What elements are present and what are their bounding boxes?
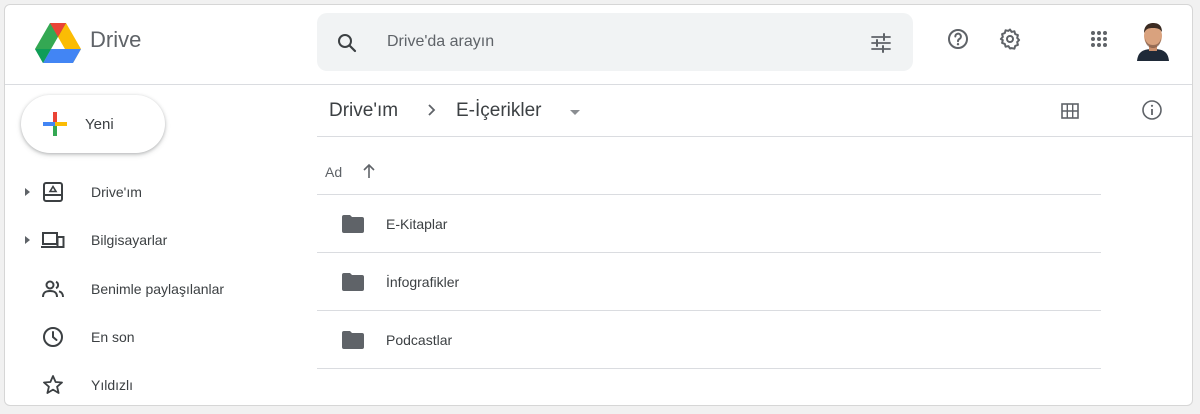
sidebar-item-computers[interactable]: Bilgisayarlar [5, 220, 305, 260]
sidebar-item-label: Benimle paylaşılanlar [91, 281, 225, 297]
shared-icon [42, 280, 64, 298]
drive-logo[interactable] [35, 23, 81, 63]
row-name: E-Kitaplar [386, 216, 448, 232]
sidebar-item-recent[interactable]: En son [5, 317, 305, 357]
chevron-right-icon [428, 104, 436, 116]
breadcrumb-root[interactable]: Drive'ım [329, 100, 398, 122]
clock-icon [43, 327, 63, 347]
folder-icon [342, 215, 364, 233]
row-name: İnfografikler [386, 274, 460, 290]
sidebar-item-label: Yıldızlı [91, 377, 134, 393]
breadcrumb: Drive'ım E-İçerikler [317, 85, 1192, 137]
apps-grid-icon[interactable] [1087, 27, 1111, 51]
table-row[interactable]: E-Kitaplar [317, 195, 1101, 253]
row-name: Podcastlar [386, 332, 453, 348]
search-bar[interactable]: Drive'da arayın [317, 13, 913, 71]
help-icon[interactable] [946, 27, 970, 51]
new-button[interactable]: Yeni [21, 95, 165, 153]
search-input[interactable]: Drive'da arayın [387, 33, 494, 51]
star-icon [43, 375, 63, 394]
computers-icon [41, 232, 65, 248]
sort-ascending-icon[interactable] [362, 163, 376, 179]
product-name[interactable]: Drive [90, 27, 141, 53]
expand-arrow-icon[interactable] [25, 188, 30, 196]
sidebar-item-shared[interactable]: Benimle paylaşılanlar [5, 269, 305, 309]
chevron-down-icon[interactable] [570, 110, 580, 115]
settings-icon[interactable] [998, 27, 1022, 51]
column-header-name[interactable]: Ad [317, 137, 1101, 195]
expand-arrow-icon[interactable] [25, 236, 30, 244]
sidebar-item-my-drive[interactable]: Drive'ım [5, 172, 305, 212]
table-row[interactable]: İnfografikler [317, 253, 1101, 311]
plus-icon [43, 112, 67, 136]
folder-icon [342, 273, 364, 291]
avatar[interactable] [1136, 21, 1170, 61]
sidebar-item-starred[interactable]: Yıldızlı [5, 365, 305, 405]
new-button-label: Yeni [85, 116, 114, 133]
breadcrumb-current[interactable]: E-İçerikler [456, 100, 542, 122]
sidebar-item-label: Bilgisayarlar [91, 232, 168, 248]
info-icon[interactable] [1141, 99, 1163, 121]
drive-window: Drive Drive'da arayın Yeni Drive'ım Bilg… [4, 4, 1193, 406]
sidebar-item-label: En son [91, 329, 135, 345]
column-header-label: Ad [325, 164, 343, 180]
sidebar-item-label: Drive'ım [91, 184, 142, 200]
top-bar: Drive Drive'da arayın [5, 5, 1192, 85]
search-icon[interactable] [335, 31, 359, 55]
table-row[interactable]: Podcastlar [317, 311, 1101, 369]
my-drive-icon [43, 182, 63, 202]
grid-view-icon[interactable] [1061, 102, 1079, 120]
search-options-icon[interactable] [869, 31, 893, 55]
folder-icon [342, 331, 364, 349]
